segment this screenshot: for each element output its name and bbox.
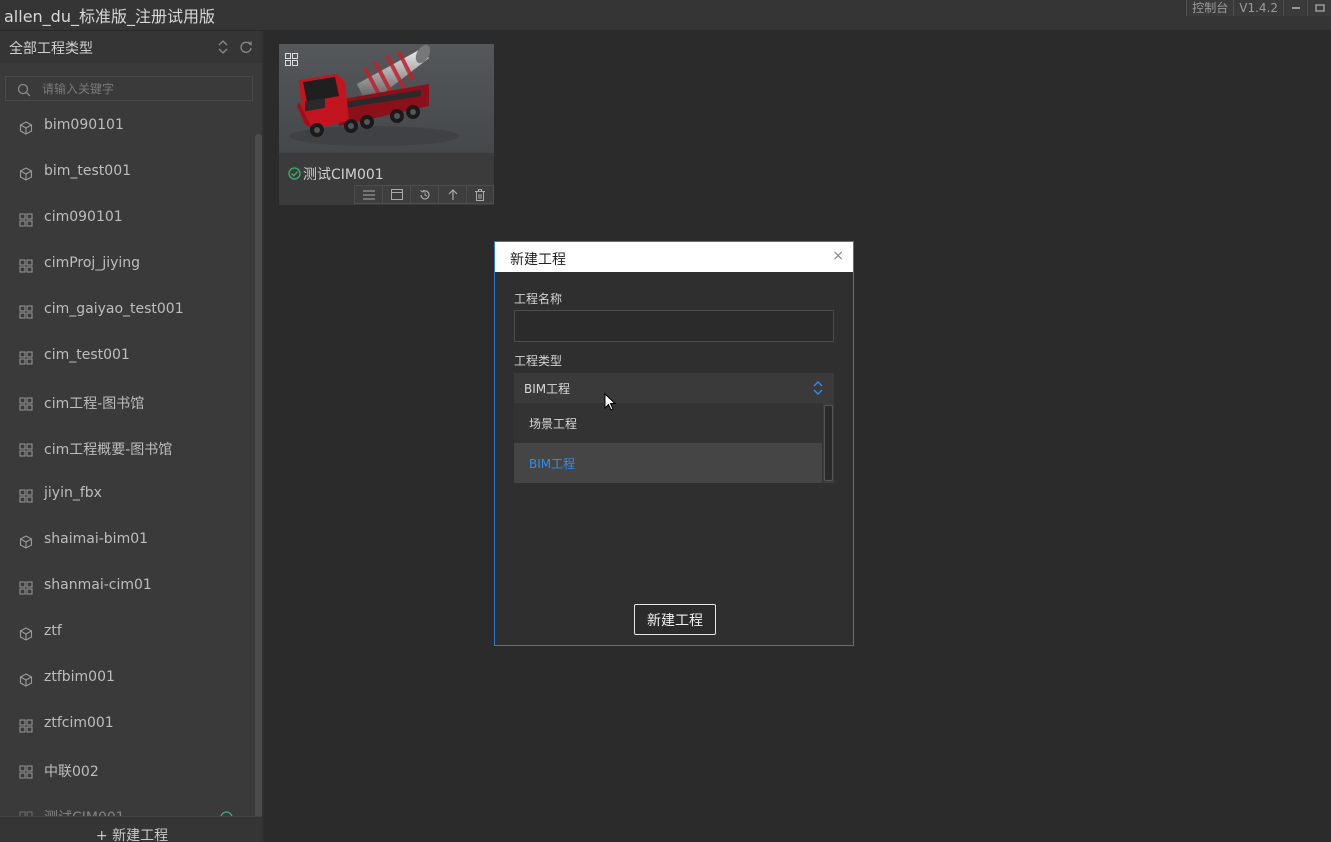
window-icon[interactable] <box>382 185 410 204</box>
sidebar-item[interactable]: cimProj_jiying <box>0 242 252 288</box>
new-project-dialog: 新建工程 × 工程名称 工程类型 BIM工程 场景工程 BIM工程 新建工程 <box>494 241 854 646</box>
version-label: V1.4.2 <box>1233 0 1283 16</box>
sidebar-item-label: bim090101 <box>44 117 124 133</box>
window-controls: 控制台 V1.4.2 <box>1186 0 1331 16</box>
sidebar-item[interactable]: cim090101 <box>0 196 252 242</box>
card-actions <box>354 185 494 204</box>
console-button[interactable]: 控制台 <box>1186 0 1234 16</box>
grid-icon <box>19 718 33 733</box>
cube-icon <box>19 534 33 549</box>
sidebar-item-label: cim工程-图书馆 <box>44 396 145 412</box>
sidebar-item[interactable]: cim工程概要-图书馆 <box>0 426 252 472</box>
dropdown-option-label: BIM工程 <box>529 457 576 471</box>
title-bar: allen_du_标准版_注册试用版 控制台 V1.4.2 <box>0 0 1331 31</box>
sidebar-item[interactable]: cim工程-图书馆 <box>0 380 252 426</box>
cube-icon <box>19 166 33 181</box>
dropdown-option-label: 场景工程 <box>529 417 578 431</box>
sidebar-item[interactable]: ztfcim001 <box>0 702 252 748</box>
sidebar-item-label: ztf <box>44 623 62 639</box>
sidebar-item[interactable]: bim_test001 <box>0 150 252 196</box>
menu-icon[interactable] <box>354 185 382 204</box>
new-project-label: + 新建工程 <box>95 828 169 842</box>
search-input[interactable] <box>42 80 242 98</box>
sidebar-item[interactable]: cim_test001 <box>0 334 252 380</box>
project-name-label: 工程名称 <box>514 292 563 306</box>
cube-icon <box>19 672 33 687</box>
select-arrows-icon <box>812 380 824 400</box>
grid-icon <box>19 580 33 595</box>
sidebar-item-label: cim_test001 <box>44 347 130 363</box>
project-list: bim090101 bim_test001 cim090101 cimProj_jiy… <box>0 104 252 816</box>
minimize-icon[interactable] <box>1283 0 1307 16</box>
grid-icon <box>19 396 33 411</box>
sidebar-item-label: shaimai-bim01 <box>44 531 149 547</box>
sidebar-item-label: jiyin_fbx <box>44 485 102 501</box>
grid-icon <box>19 350 33 365</box>
dropdown-scrollbar[interactable] <box>824 405 833 481</box>
sidebar-item-label: ztfbim001 <box>44 669 115 685</box>
refresh-icon[interactable] <box>239 39 253 53</box>
cube-icon <box>19 626 33 641</box>
sidebar-item-label: shanmai-cim01 <box>44 577 152 593</box>
search-icon <box>17 82 31 97</box>
sidebar-item[interactable]: jiyin_fbx <box>0 472 252 518</box>
sidebar: 全部工程类型 bim090101 bim_test001 cim090101 cimP… <box>0 31 264 842</box>
sidebar-item[interactable]: 中联002 <box>0 748 252 794</box>
grid-icon <box>19 442 33 457</box>
sidebar-item-label: cim工程概要-图书馆 <box>44 442 173 458</box>
sidebar-item[interactable]: cim_gaiyao_test001 <box>0 288 252 334</box>
grid-icon <box>19 764 33 779</box>
create-project-button[interactable]: 新建工程 <box>634 604 716 635</box>
maximize-icon[interactable] <box>1307 0 1331 16</box>
dropdown-option[interactable]: 场景工程 <box>514 403 822 443</box>
sidebar-item[interactable]: ztfbim001 <box>0 656 252 702</box>
sidebar-item-label: ztfcim001 <box>44 715 114 731</box>
sidebar-item-label: bim_test001 <box>44 163 132 179</box>
new-project-button[interactable]: + 新建工程 <box>0 816 264 842</box>
mixer-truck-image <box>279 44 494 153</box>
project-name-input[interactable] <box>514 310 834 342</box>
close-icon[interactable]: × <box>832 248 844 264</box>
sidebar-item[interactable]: shaimai-bim01 <box>0 518 252 564</box>
project-type-value: BIM工程 <box>524 382 571 396</box>
grid-icon <box>19 212 33 227</box>
sidebar-item-label: cimProj_jiying <box>44 255 141 271</box>
sidebar-item-label: cim_gaiyao_test001 <box>44 301 184 317</box>
project-type-label: 工程类型 <box>514 354 563 368</box>
sidebar-item[interactable]: 测试CIM001 <box>0 794 252 816</box>
sidebar-item[interactable]: bim090101 <box>0 104 252 150</box>
project-type-select[interactable]: BIM工程 <box>514 373 834 403</box>
sidebar-item-label: 中联002 <box>44 764 99 780</box>
sort-icon[interactable] <box>216 39 230 54</box>
sidebar-item-label: 测试CIM001 <box>44 807 125 816</box>
grid-icon <box>19 258 33 273</box>
trash-icon[interactable] <box>466 185 494 204</box>
grid-icon <box>19 488 33 503</box>
app-title: allen_du_标准版_注册试用版 <box>4 7 215 26</box>
dialog-header: 新建工程 × <box>495 242 853 272</box>
mouse-cursor-icon <box>604 392 617 415</box>
grid-icon <box>19 304 33 319</box>
history-icon[interactable] <box>410 185 438 204</box>
check-circle-icon <box>288 165 301 184</box>
dialog-title: 新建工程 <box>510 252 566 268</box>
dropdown-option-selected[interactable]: BIM工程 <box>514 443 822 483</box>
upload-icon[interactable] <box>438 185 466 204</box>
project-card[interactable]: 测试CIM001 <box>279 44 494 205</box>
cim-grid-icon <box>285 51 298 70</box>
sidebar-item-label: cim090101 <box>44 209 123 225</box>
sidebar-divider <box>262 31 264 842</box>
search-box <box>5 76 253 101</box>
project-card-name: 测试CIM001 <box>303 167 384 183</box>
project-type-dropdown: 场景工程 BIM工程 <box>514 403 834 483</box>
sidebar-header: 全部工程类型 <box>0 31 264 63</box>
cube-icon <box>19 120 33 135</box>
check-circle-icon <box>220 809 233 816</box>
sidebar-item[interactable]: ztf <box>0 610 252 656</box>
sidebar-scrollbar[interactable] <box>255 134 262 824</box>
project-thumbnail[interactable] <box>279 44 494 153</box>
project-type-filter[interactable]: 全部工程类型 <box>9 38 93 58</box>
sidebar-item[interactable]: shanmai-cim01 <box>0 564 252 610</box>
